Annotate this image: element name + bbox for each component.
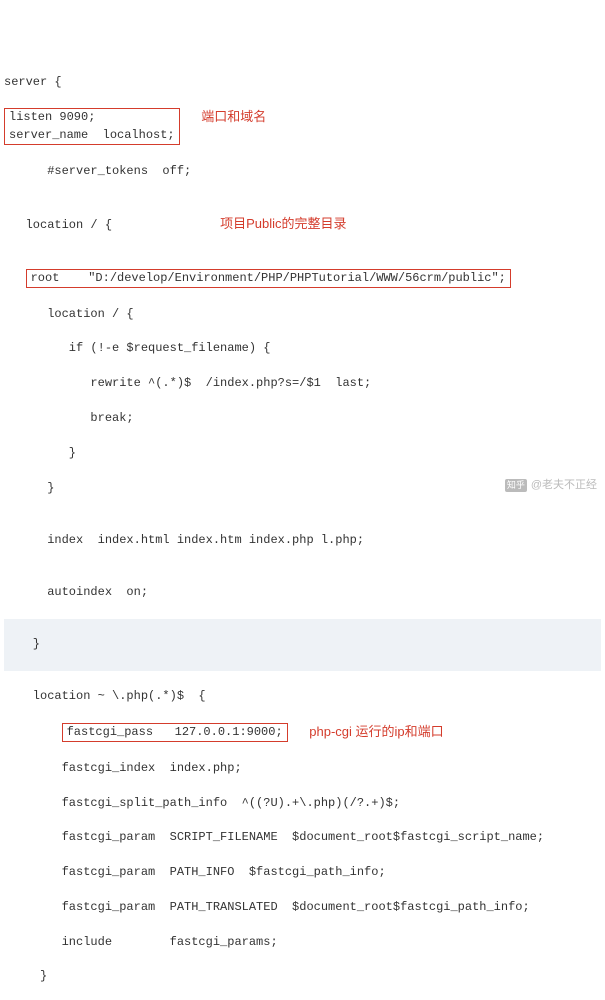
code-line: include fastcgi_params; [4, 934, 601, 951]
code-line: autoindex on; [4, 584, 601, 601]
annotation-public-dir: 项目Public的完整目录 [220, 216, 346, 231]
fastcgi-pass-directive: fastcgi_pass 127.0.0.1:9000; [67, 725, 283, 739]
code-line: rewrite ^(.*)$ /index.php?s=/$1 last; [4, 375, 601, 392]
root-directive: root "D:/develop/Environment/PHP/PHPTuto… [31, 271, 506, 285]
box-root-dir: root "D:/develop/Environment/PHP/PHPTuto… [4, 269, 601, 288]
code-line: } [4, 636, 601, 653]
code-line: fastcgi_param SCRIPT_FILENAME $document_… [4, 829, 601, 846]
code-line: #server_tokens off; [4, 163, 601, 180]
listen-directive: listen 9090; [9, 110, 95, 124]
code-line: location / { [4, 306, 601, 323]
code-line: break; [4, 410, 601, 427]
box-fastcgi-pass: fastcgi_pass 127.0.0.1:9000; php-cgi 运行的… [4, 723, 601, 742]
code-line: if (!-e $request_filename) { [4, 340, 601, 357]
zhihu-logo: 知乎 [505, 479, 527, 492]
code-line: fastcgi_split_path_info ^((?U).+\.php)(/… [4, 795, 601, 812]
code-line: location / { 项目Public的完整目录 [4, 215, 601, 234]
code-line: fastcgi_param PATH_TRANSLATED $document_… [4, 899, 601, 916]
code-line: fastcgi_index index.php; [4, 760, 601, 777]
servername-directive: server_name localhost; [9, 128, 175, 142]
code-line: } [4, 445, 601, 462]
annotation-phpcgi: php-cgi 运行的ip和端口 [309, 724, 443, 739]
watermark-text: @老夫不正经 [531, 479, 597, 491]
code-line: } [4, 968, 601, 985]
code-line: index index.html index.htm index.php l.p… [4, 532, 601, 549]
code-line: fastcgi_param PATH_INFO $fastcgi_path_in… [4, 864, 601, 881]
box-port-domain: listen 9090; server_name localhost; 端口和域… [4, 108, 601, 145]
watermark: 知乎 @老夫不正经 [499, 462, 597, 494]
code-line: server { [4, 74, 601, 91]
code-line: location ~ \.php(.*)$ { [4, 688, 601, 705]
annotation-port-domain: 端口和域名 [201, 109, 266, 124]
